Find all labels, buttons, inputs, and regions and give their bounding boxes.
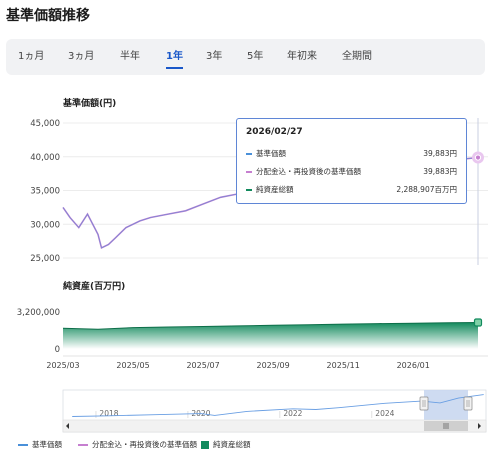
range-handle-right[interactable] — [463, 396, 473, 411]
line-marker-icon — [246, 171, 252, 173]
tooltip-label: 分配金込・再投資後の基準価額 — [256, 167, 361, 176]
scrollbar-track[interactable] — [62, 419, 487, 433]
range-handle-left[interactable] — [419, 396, 429, 411]
fund-chart-area[interactable]: 基準価額(円) 45,000 40,000 35,000 30,000 25,000 純… — [0, 0, 500, 463]
y-tick-label: 0 — [55, 345, 60, 355]
y-tick-label: 3,200,000 — [17, 308, 60, 318]
assets-hover-marker — [473, 318, 483, 327]
navigator-tick-label: 2018 — [99, 409, 118, 418]
legend-label: 基準価額 — [32, 440, 62, 449]
x-tick-label: 2025/07 — [186, 361, 219, 370]
navigator-tick-label: 2022 — [283, 409, 302, 418]
range-selection[interactable] — [424, 390, 468, 420]
tooltip-row-assets: 純資産総額 2,288,907百万円 — [246, 184, 457, 196]
tooltip-value: 2,288,907百万円 — [396, 185, 457, 194]
net-assets-area — [63, 322, 478, 349]
tooltip-value: 39,883円 — [423, 149, 457, 158]
legend-label: 純資産総額 — [213, 440, 251, 449]
y-tick-label: 30,000 — [30, 220, 60, 230]
tooltip-date: 2026/02/27 — [246, 127, 303, 137]
hover-marker — [474, 154, 482, 161]
legend-item-nav[interactable]: 基準価額 — [18, 439, 62, 450]
y-tick-label: 25,000 — [30, 254, 60, 264]
line-swatch-icon — [18, 443, 28, 446]
navigator-tick-label: 2024 — [375, 409, 394, 418]
y-tick-label: 40,000 — [30, 153, 60, 163]
line-marker-icon — [246, 189, 252, 191]
tooltip-label: 純資産総額 — [256, 185, 294, 194]
tooltip-label: 基準価額 — [256, 149, 286, 158]
y-tick-label: 35,000 — [30, 187, 60, 197]
tooltip-row-nav: 基準価額 39,883円 — [246, 148, 457, 160]
y-tick-label: 45,000 — [30, 119, 60, 129]
tooltip-row-reinvested: 分配金込・再投資後の基準価額 39,883円 — [246, 166, 457, 178]
x-tick-label: 2025/09 — [257, 361, 290, 370]
tooltip-value: 39,883円 — [423, 167, 457, 176]
data-tooltip: 2026/02/27 基準価額 39,883円 分配金込・再投資後の基準価額 39,… — [236, 118, 467, 204]
legend-item-assets[interactable]: 純資産総額 — [201, 439, 251, 450]
legend-item-reinvested[interactable]: 分配金込・再投資後の基準価額 — [78, 439, 197, 450]
line-marker-icon — [246, 153, 252, 155]
legend-label: 分配金込・再投資後の基準価額 — [92, 440, 197, 449]
x-tick-label: 2025/11 — [327, 361, 360, 370]
x-tick-label: 2026/01 — [397, 361, 430, 370]
price-chart-title: 基準価額(円) — [62, 97, 116, 109]
x-tick-label: 2025/05 — [116, 361, 149, 370]
assets-chart-title: 純資産(百万円) — [63, 280, 125, 292]
box-swatch-icon — [201, 440, 209, 449]
x-tick-label: 2025/03 — [46, 361, 79, 370]
line-swatch-icon — [78, 443, 88, 446]
